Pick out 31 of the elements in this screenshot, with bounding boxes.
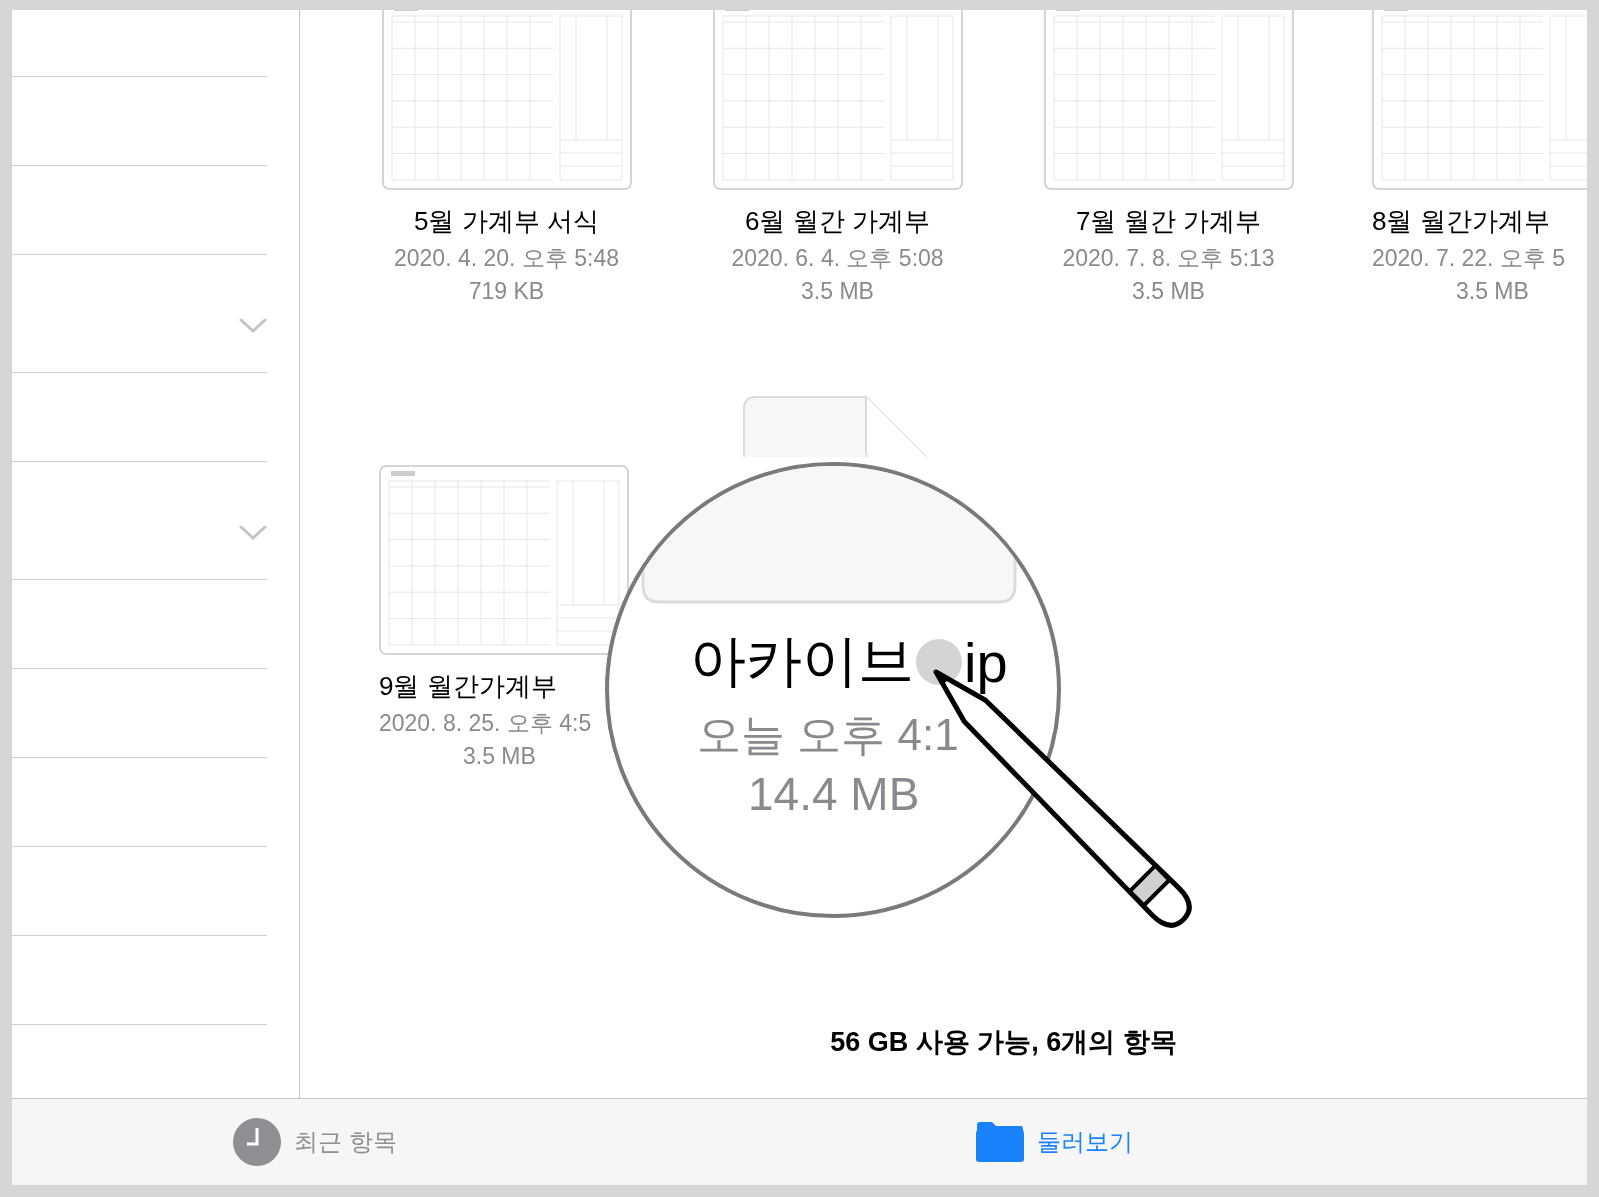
file-name[interactable]: 7월 월간 가계부 xyxy=(1076,204,1261,239)
file-size: 14.4 MB xyxy=(748,767,920,821)
file-date: 2020. 6. 4. 오후 5:08 xyxy=(731,244,944,273)
file-name: ip xyxy=(964,629,1008,695)
file-date: 2020. 7. 22. 오후 5 xyxy=(1372,244,1566,273)
file-date: 2020. 4. 20. 오후 5:48 xyxy=(393,244,619,273)
file-date: 2020. 8. 25. 오후 4:5 xyxy=(379,709,592,738)
file-icon xyxy=(639,466,1019,606)
file-name: 아카이브 xyxy=(690,628,914,694)
calendar-thumbnail[interactable] xyxy=(1043,10,1294,190)
calendar-thumbnail[interactable] xyxy=(379,465,629,655)
touch-point-icon xyxy=(916,639,962,685)
clock-icon xyxy=(232,1117,282,1167)
file-size: 719 KB xyxy=(468,278,545,305)
file-date: 2020. 7. 8. 오후 5:13 xyxy=(1062,244,1275,273)
file-size: 3.5 MB xyxy=(1456,278,1529,305)
file-name[interactable]: 5월 가계부 서식 xyxy=(414,204,599,239)
file-name[interactable]: 9월 월간가계부 xyxy=(379,669,557,704)
file-name[interactable]: 6월 월간 가계부 xyxy=(745,204,930,239)
calendar-thumbnail[interactable] xyxy=(712,10,963,190)
file-size: 3.5 MB xyxy=(1132,278,1205,305)
chevron-down-icon[interactable] xyxy=(239,524,267,541)
storage-status: 56 GB 사용 가능, 6개의 항목 xyxy=(829,1026,1177,1059)
file-name[interactable]: 8월 월간가계부 xyxy=(1372,204,1550,239)
folder-icon xyxy=(974,1121,1025,1163)
calendar-thumbnail[interactable] xyxy=(1372,10,1587,190)
calendar-thumbnail[interactable] xyxy=(381,10,632,190)
chevron-down-icon[interactable] xyxy=(239,317,267,334)
file-date: 오늘 오후 4:1 xyxy=(697,709,959,761)
file-size: 3.5 MB xyxy=(801,278,874,305)
file-size: 3.5 MB xyxy=(463,743,536,770)
